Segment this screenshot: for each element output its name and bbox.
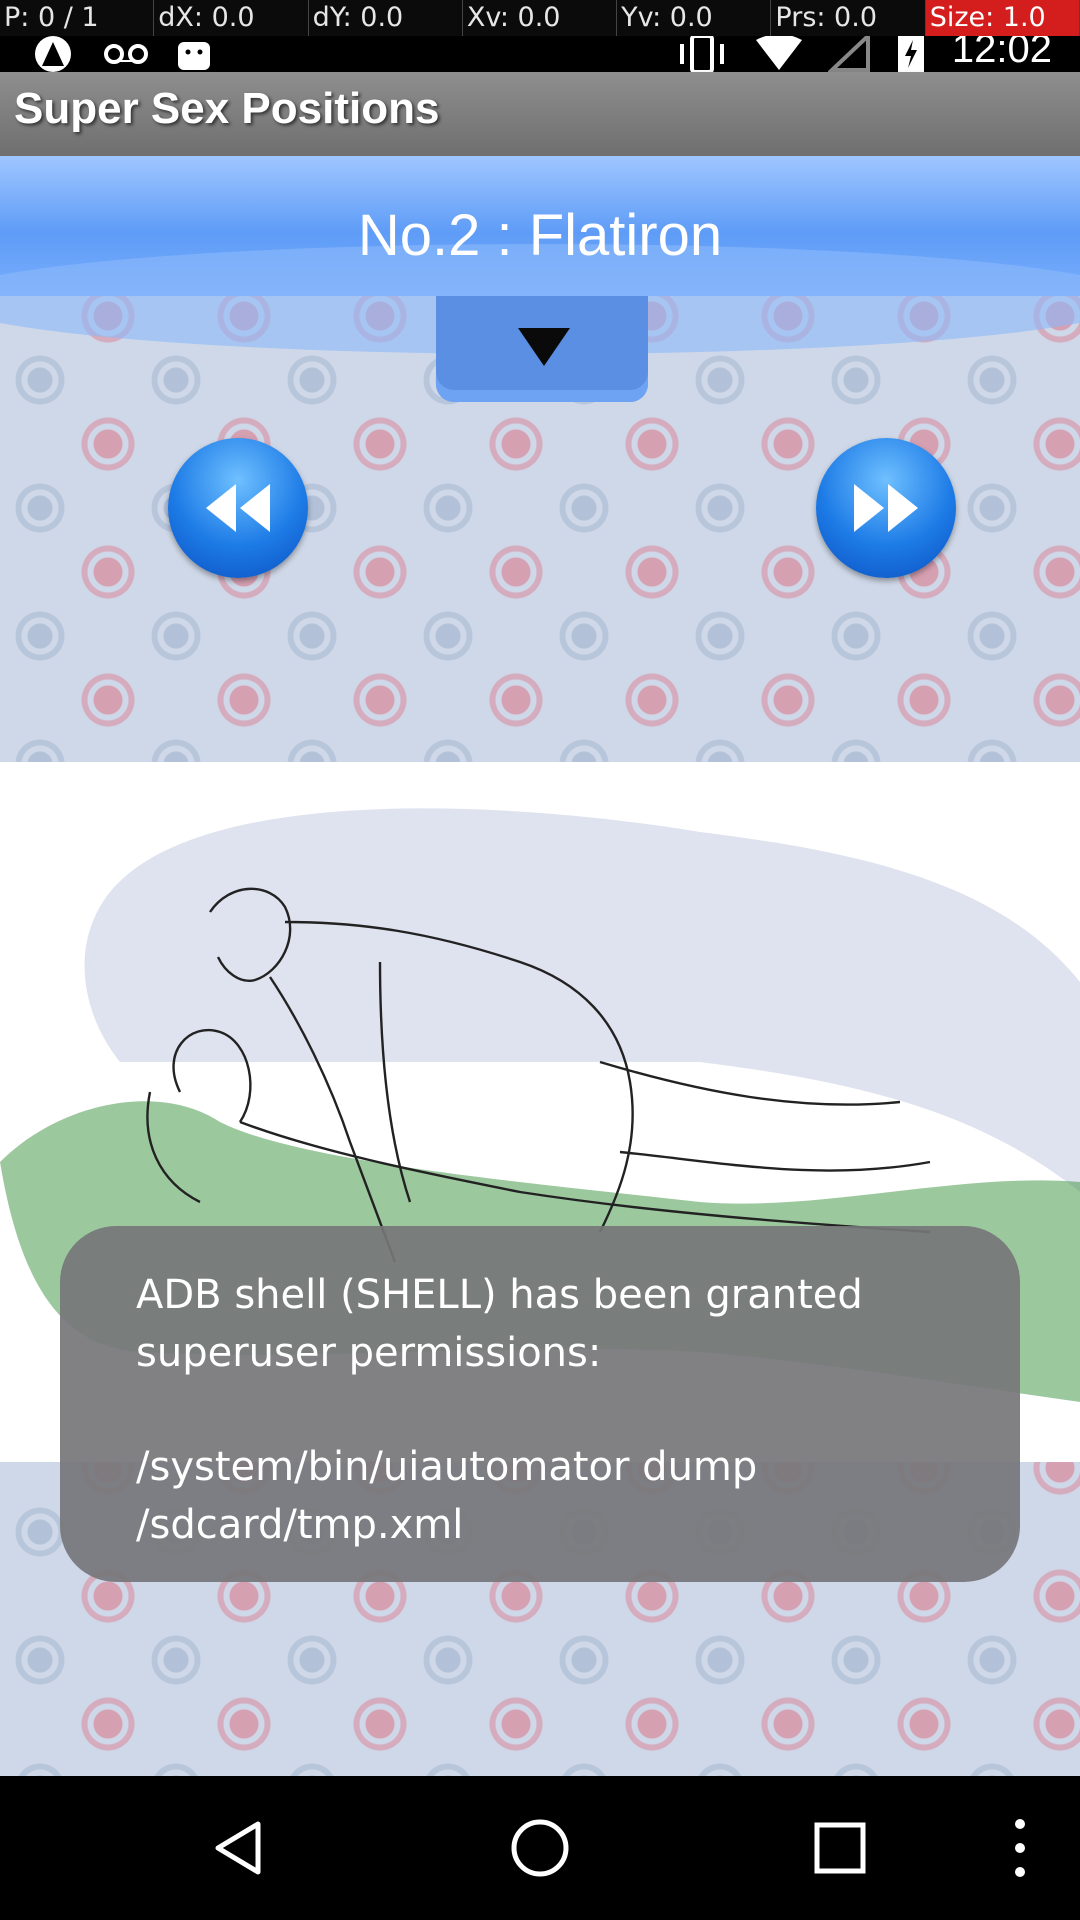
toast-message: ADB shell (SHELL) has been granted super… <box>136 1272 863 1376</box>
voicemail-icon <box>104 44 148 64</box>
status-bar: 12:02 <box>0 29 1080 72</box>
rewind-icon <box>206 484 270 532</box>
status-time: 12:02 <box>951 27 1052 71</box>
position-title[interactable]: No.2 : Flatiron <box>0 202 1080 269</box>
notification-icon <box>35 36 71 72</box>
chevron-down-icon <box>518 328 570 366</box>
home-button[interactable] <box>460 1776 620 1920</box>
overflow-menu-button[interactable] <box>940 1776 1080 1920</box>
vibrate-icon <box>679 36 724 72</box>
cellular-signal-icon <box>827 36 870 72</box>
battery-charging-icon <box>897 36 924 72</box>
fast-forward-icon <box>854 484 918 532</box>
overflow-menu-icon <box>1015 1819 1025 1877</box>
dropdown-toggle-button[interactable] <box>436 296 648 402</box>
debug-dy: dY: 0.0 <box>309 0 463 36</box>
back-icon <box>215 1821 261 1875</box>
toast-command: /system/bin/uiautomator dump /sdcard/tmp… <box>136 1444 758 1548</box>
pointer-location-bar: P: 0 / 1 dX: 0.0 dY: 0.0 Xv: 0.0 Yv: 0.0… <box>0 0 1080 36</box>
app-bar: Super Sex Positions <box>0 72 1080 156</box>
debug-xv: Xv: 0.0 <box>463 0 618 36</box>
debug-yv: Yv: 0.0 <box>617 0 772 36</box>
home-icon <box>511 1819 569 1877</box>
debug-dx: dX: 0.0 <box>154 0 309 36</box>
next-position-button[interactable] <box>816 438 956 578</box>
recents-icon <box>814 1822 866 1874</box>
debug-size: Size: 1.0 <box>925 0 1080 36</box>
previous-position-button[interactable] <box>168 438 308 578</box>
superuser-toast: ADB shell (SHELL) has been granted super… <box>60 1226 1020 1582</box>
navigation-bar <box>0 1776 1080 1920</box>
android-debug-icon <box>178 42 210 70</box>
back-button[interactable] <box>160 1776 320 1920</box>
position-header: No.2 : Flatiron <box>0 156 1080 354</box>
debug-pointer-count: P: 0 / 1 <box>0 0 155 36</box>
recents-button[interactable] <box>760 1776 920 1920</box>
app-title: Super Sex Positions <box>14 84 440 133</box>
wifi-icon <box>755 36 802 70</box>
debug-pressure: Prs: 0.0 <box>771 0 926 36</box>
